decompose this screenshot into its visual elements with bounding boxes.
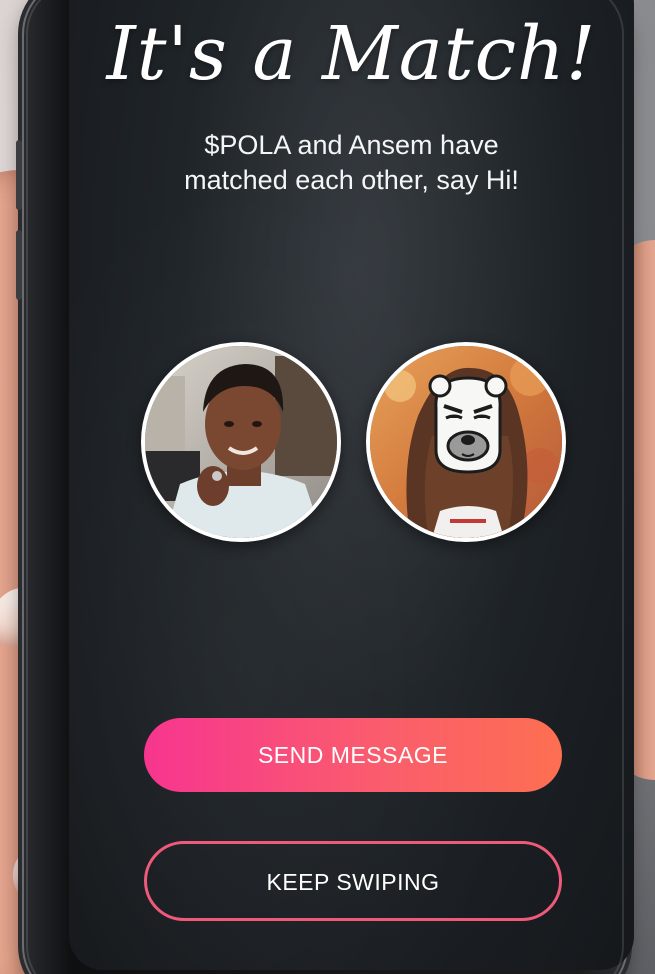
match-title: It's a Match! — [106, 11, 597, 97]
match-subtitle-line: matched each other, say Hi! — [184, 165, 519, 195]
keep-swiping-button[interactable]: KEEP SWIPING — [144, 841, 562, 921]
match-subtitle-line: $POLA and Ansem have — [204, 130, 499, 160]
avatar-ansem[interactable] — [141, 342, 341, 542]
send-message-button[interactable]: SEND MESSAGE — [144, 718, 562, 792]
avatar-pola-photo — [370, 346, 562, 538]
phone-device: It's a Match! $POLA and Ansem have match… — [16, 0, 634, 974]
match-subtitle: $POLA and Ansem have matched each other,… — [109, 128, 594, 198]
avatar-pola[interactable] — [366, 342, 566, 542]
match-screen: It's a Match! $POLA and Ansem have match… — [69, 0, 634, 970]
phone-side-button — [16, 230, 22, 300]
avatar-ansem-photo — [145, 346, 337, 538]
photo-background: It's a Match! $POLA and Ansem have match… — [0, 0, 655, 974]
phone-side-button — [16, 140, 22, 210]
